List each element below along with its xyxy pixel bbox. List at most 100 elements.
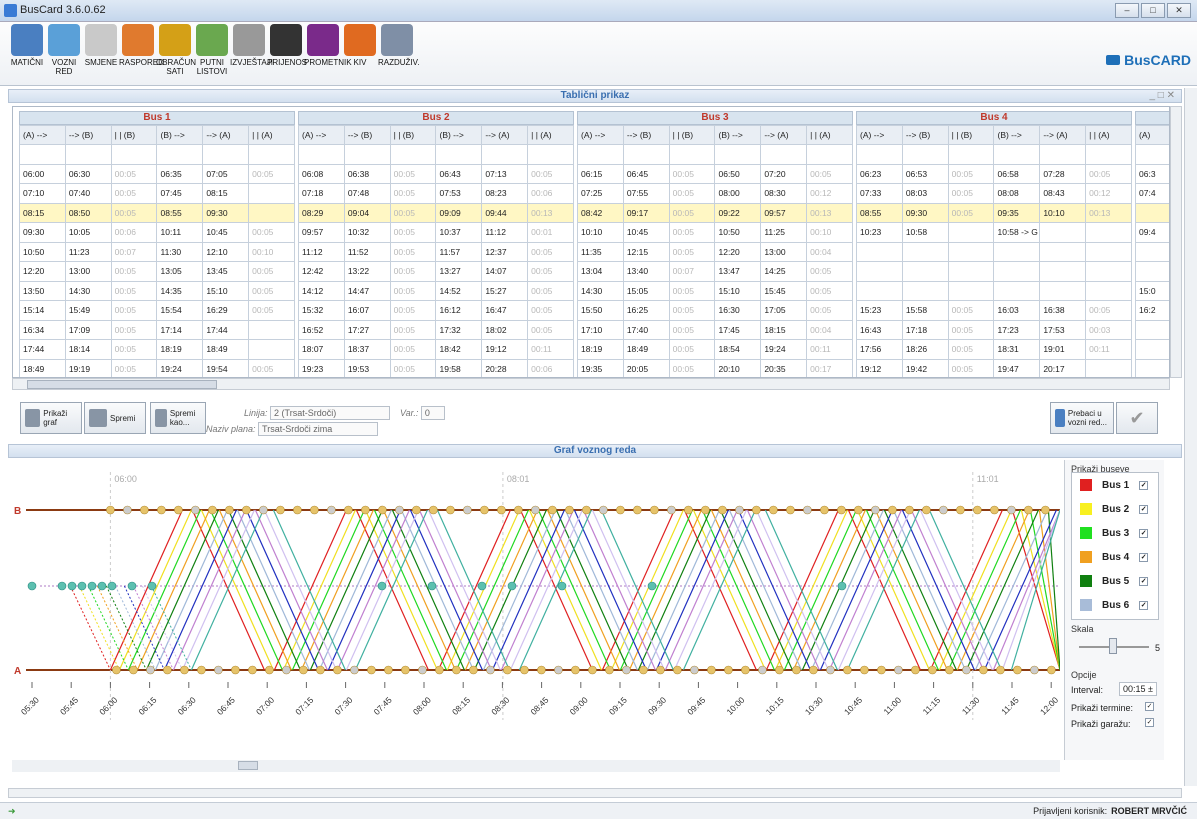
table-cell[interactable]: 00:06 (527, 358, 574, 377)
table-cell[interactable]: 13:22 (343, 261, 391, 282)
table-cell[interactable]: 10:50 (19, 241, 66, 262)
table-cell[interactable]: 06:23 (856, 163, 903, 184)
table-cell[interactable]: 00:05 (248, 280, 295, 301)
table-row[interactable]: 06:00 06:30 00:05 06:35 07:05 00:05 (19, 163, 295, 184)
table-cell[interactable] (714, 144, 762, 165)
table-row[interactable] (298, 144, 574, 165)
table-cell[interactable]: 00:05 (110, 163, 158, 184)
table-row[interactable]: 09:57 10:32 00:05 10:37 11:12 00:01 (298, 222, 574, 243)
table-row[interactable]: 07:25 07:55 00:05 08:00 08:30 00:12 (577, 183, 853, 204)
table-cell[interactable]: 10:32 (343, 222, 391, 243)
table-row[interactable] (856, 280, 1132, 301)
table-cell[interactable]: 00:10 (248, 241, 295, 262)
table-cell[interactable]: 00:05 (947, 163, 995, 184)
table-cell[interactable] (1085, 358, 1132, 377)
table-cell[interactable]: 19:01 (1039, 339, 1087, 360)
table-cell[interactable]: 13:05 (156, 261, 204, 282)
table-cell[interactable]: 12:37 (481, 241, 529, 262)
table-cell[interactable] (993, 261, 1041, 282)
transfer-to-timetable-button[interactable]: Prebaci u vozni red... (1050, 402, 1114, 434)
table-cell[interactable]: 16:38 (1039, 300, 1087, 321)
table-cell[interactable]: 20:28 (481, 358, 529, 377)
table-row[interactable]: 19:12 19:42 00:05 19:47 20:17 (856, 358, 1132, 377)
table-row[interactable]: 08:29 09:04 00:05 09:09 09:44 00:13 (298, 202, 574, 223)
table-cell[interactable]: 00:05 (389, 261, 437, 282)
table-cell[interactable]: 18:49 (622, 339, 670, 360)
table-cell[interactable]: 15:10 (714, 280, 762, 301)
table-cell[interactable]: 17:09 (64, 319, 112, 340)
table-cell[interactable]: 00:05 (389, 339, 437, 360)
table-cell[interactable]: 18:19 (156, 339, 204, 360)
table-cell[interactable]: 00:05 (947, 202, 995, 223)
table-cell[interactable] (947, 280, 995, 301)
table-cell[interactable]: 15:32 (298, 300, 345, 321)
table-cell[interactable] (1039, 144, 1087, 165)
table-cell[interactable]: 16:34 (19, 319, 66, 340)
table-row[interactable]: 09:4 (1135, 222, 1169, 243)
variant-input[interactable]: 0 (420, 406, 445, 420)
show-graph-button[interactable]: Prikaži graf (20, 402, 82, 434)
table-cell[interactable] (527, 144, 574, 165)
table-cell[interactable]: 13:27 (435, 261, 483, 282)
table-cell[interactable]: 16:03 (993, 300, 1041, 321)
table-cell[interactable]: 12:20 (714, 241, 762, 262)
table-cell[interactable] (1135, 202, 1169, 223)
table-cell[interactable]: 16:2 (1135, 300, 1169, 321)
table-cell[interactable]: 00:05 (668, 222, 716, 243)
table-cell[interactable] (760, 144, 808, 165)
table-cell[interactable] (1039, 280, 1087, 301)
table-cell[interactable]: 11:52 (343, 241, 391, 262)
table-cell[interactable]: 13:47 (714, 261, 762, 282)
table-cell[interactable]: 00:05 (668, 163, 716, 184)
table-row[interactable]: 06:3 (1135, 163, 1169, 184)
table-cell[interactable] (1135, 144, 1169, 165)
table-row[interactable]: 15:50 16:25 00:05 16:30 17:05 00:05 (577, 300, 853, 321)
table-cell[interactable] (248, 319, 295, 340)
table-row[interactable]: 10:10 10:45 00:05 10:50 11:25 00:10 (577, 222, 853, 243)
table-cell[interactable]: 00:05 (389, 202, 437, 223)
table-cell[interactable]: 08:03 (901, 183, 949, 204)
table-cell[interactable]: 00:05 (806, 280, 853, 301)
table-cell[interactable]: 15:0 (1135, 280, 1169, 301)
table-cell[interactable]: 00:05 (110, 202, 158, 223)
table-cell[interactable]: 06:53 (901, 163, 949, 184)
line-input[interactable]: 2 (Trsat-Srdoči) (270, 406, 391, 420)
table-cell[interactable]: 07:18 (298, 183, 345, 204)
table-cell[interactable]: 08:55 (156, 202, 204, 223)
table-cell[interactable]: 00:05 (389, 300, 437, 321)
table-cell[interactable]: 17:27 (343, 319, 391, 340)
toolbar-button[interactable]: RASPORED (119, 24, 164, 84)
table-cell[interactable]: 18:54 (714, 339, 762, 360)
table-cell[interactable]: 07:53 (435, 183, 483, 204)
table-cell[interactable]: 18:31 (993, 339, 1041, 360)
table-cell[interactable]: 13:04 (577, 261, 624, 282)
scroll-thumb[interactable] (27, 380, 217, 389)
table-cell[interactable]: 00:05 (947, 339, 995, 360)
table-cell[interactable] (64, 144, 112, 165)
bus-checkbox[interactable]: ✓ (1139, 480, 1149, 490)
table-cell[interactable]: 09:30 (901, 202, 949, 223)
table-vertical-scrollbar[interactable] (1170, 106, 1182, 378)
table-cell[interactable]: 14:30 (64, 280, 112, 301)
table-cell[interactable]: 13:00 (760, 241, 808, 262)
table-cell[interactable]: 09:09 (435, 202, 483, 223)
table-cell[interactable]: 17:23 (993, 319, 1041, 340)
table-cell[interactable]: 00:05 (389, 163, 437, 184)
table-cell[interactable]: 00:12 (1085, 183, 1132, 204)
table-cell[interactable]: 20:17 (1039, 358, 1087, 377)
table-cell[interactable]: 10:45 (622, 222, 670, 243)
table-row[interactable]: 11:12 11:52 00:05 11:57 12:37 00:05 (298, 241, 574, 262)
table-cell[interactable]: 12:20 (19, 261, 66, 282)
table-cell[interactable]: 00:05 (389, 183, 437, 204)
table-cell[interactable]: 08:23 (481, 183, 529, 204)
table-row[interactable]: 12:20 13:00 00:05 13:05 13:45 00:05 (19, 261, 295, 282)
table-cell[interactable] (1039, 222, 1087, 243)
table-cell[interactable]: 00:07 (110, 241, 158, 262)
table-cell[interactable] (901, 280, 949, 301)
scale-slider-thumb[interactable] (1109, 638, 1117, 654)
table-cell[interactable]: 00:05 (389, 358, 437, 377)
table-cell[interactable]: 19:12 (856, 358, 903, 377)
table-cell[interactable]: 10:58 (901, 222, 949, 243)
table-cell[interactable] (1135, 339, 1169, 360)
table-row[interactable]: 17:44 18:14 00:05 18:19 18:49 (19, 339, 295, 360)
